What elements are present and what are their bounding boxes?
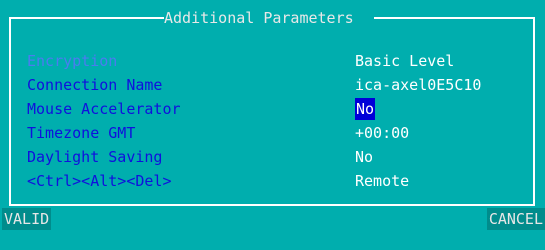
param-label-encryption: Encryption [27,52,118,70]
param-label-timezone-gmt: Timezone GMT [27,124,136,142]
param-value-daylight-saving[interactable]: No [355,146,373,168]
param-row-ctrl-alt-del[interactable]: <Ctrl><Alt><Del> Remote [27,170,527,192]
param-row-timezone-gmt[interactable]: Timezone GMT +00:00 [27,122,527,144]
param-value-encryption[interactable]: Basic Level [355,50,454,72]
dialog-title: Additional Parameters [164,9,354,27]
param-value-timezone-gmt[interactable]: +00:00 [355,122,409,144]
param-label-connection-name: Connection Name [27,76,163,94]
cancel-button[interactable]: CANCEL [486,208,545,230]
param-label-mouse-accelerator: Mouse Accelerator [27,100,181,118]
param-row-encryption[interactable]: Encryption Basic Level [27,50,527,72]
param-label-ctrl-alt-del: <Ctrl><Alt><Del> [27,172,172,190]
param-value-connection-name[interactable]: ica-axel0E5C10 [355,74,481,96]
param-value-ctrl-alt-del[interactable]: Remote [355,170,409,192]
param-row-connection-name[interactable]: Connection Name ica-axel0E5C10 [27,74,527,96]
frame-border-left [9,17,11,205]
param-row-daylight-saving[interactable]: Daylight Saving No [27,146,527,168]
param-label-daylight-saving: Daylight Saving [27,148,163,166]
additional-parameters-dialog: Additional Parameters Encryption Basic L… [0,0,545,250]
param-value-mouse-accelerator[interactable]: No [355,98,376,120]
frame-border-top-right [374,17,535,19]
valid-button[interactable]: VALID [2,208,52,230]
param-row-mouse-accelerator[interactable]: Mouse Accelerator No [27,98,527,120]
frame-border-top-left [9,17,164,19]
frame-divider [9,204,535,206]
frame-border-right [533,17,535,205]
